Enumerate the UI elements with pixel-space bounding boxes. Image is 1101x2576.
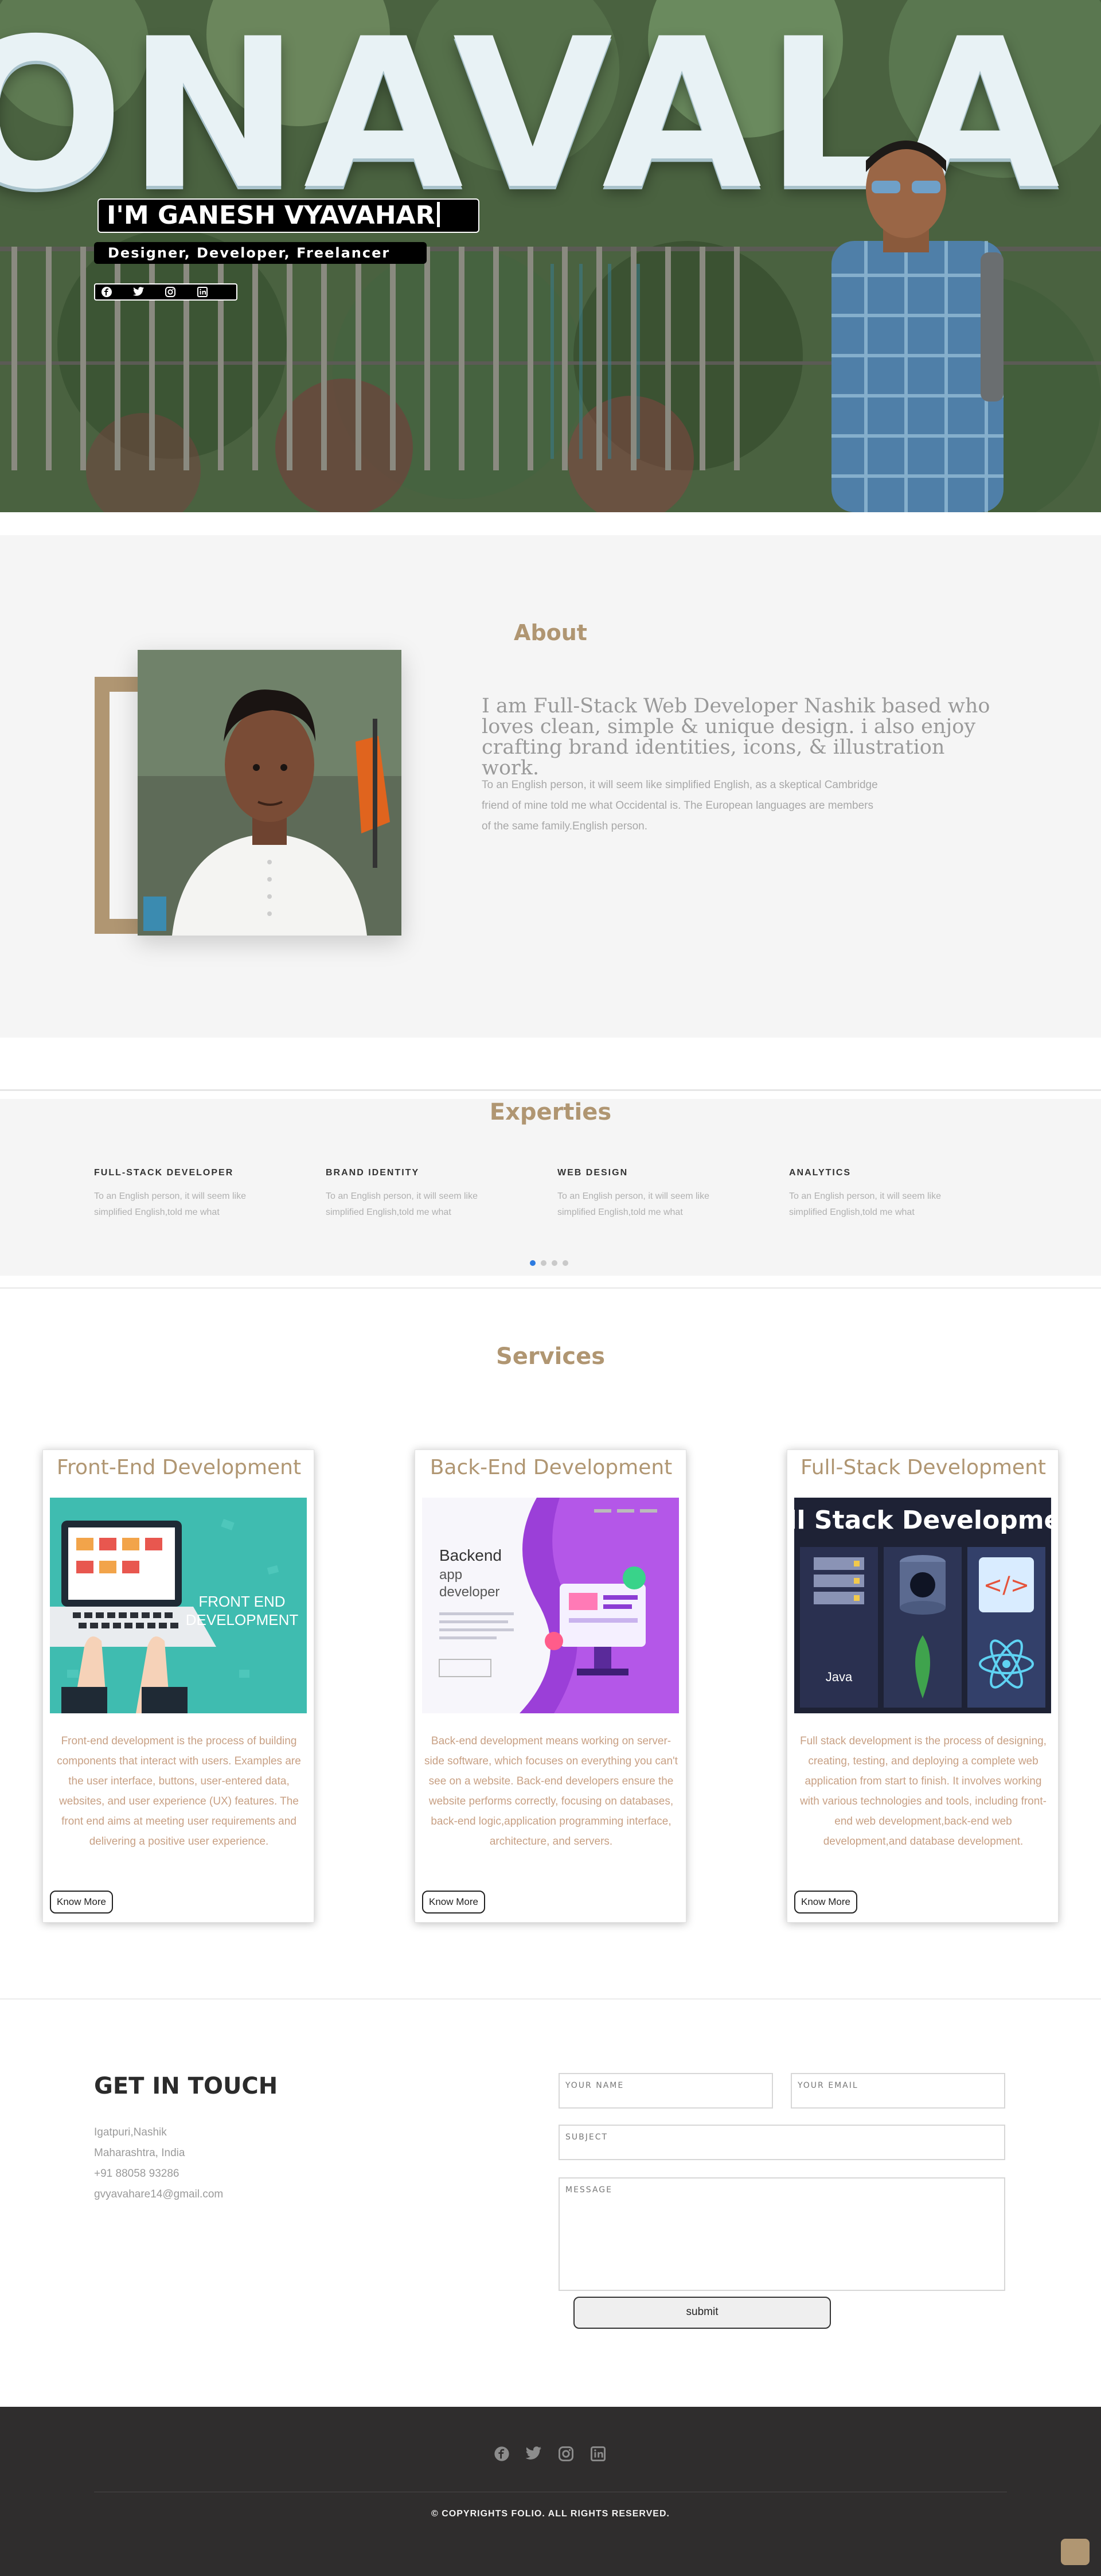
hero-social-links (94, 283, 237, 301)
about-body: To an English person, it will seem like … (482, 779, 878, 832)
backend-illustration: Backend app developer (422, 1498, 679, 1713)
hero-subtitle: Designer, Developer, Freelancer (94, 242, 427, 264)
contact-heading: GET IN TOUCH (94, 2073, 278, 2099)
instagram-icon[interactable] (557, 2445, 575, 2463)
know-more-button[interactable]: Know More (794, 1891, 857, 1914)
frontend-illustration: FRONT END DEVELOPMENT (50, 1498, 307, 1713)
service-card-description: Back-end development means working on se… (424, 1735, 678, 1848)
service-card-title: Full-Stack Development (800, 1456, 1046, 1479)
svg-text:FRONT END: FRONT END (198, 1593, 285, 1610)
svg-text:Full Stack Development: Full Stack Development (794, 1506, 1051, 1535)
facebook-icon[interactable] (101, 285, 133, 299)
carousel-dot[interactable] (552, 1260, 557, 1266)
about-section: About I am Full-Stack Web Developer Nash… (0, 535, 1101, 1038)
services-heading: Services (495, 1343, 606, 1370)
experties-item-text: To an English person, it will seem like … (557, 1191, 710, 1217)
contact-address-line: Maharashtra, India (94, 2147, 185, 2159)
service-card-title: Back-End Development (430, 1456, 673, 1479)
back-to-top-button[interactable] (1061, 2539, 1090, 2565)
svg-text:app: app (439, 1567, 462, 1583)
hero-section: ONAVALA I'M GANESH VYAVAHAR Designer, De… (0, 0, 1101, 512)
footer: © COPYRIGHTS FOLIO. ALL RIGHTS RESERVED. (0, 2407, 1101, 2576)
copyright-text: © COPYRIGHTS FOLIO. ALL RIGHTS RESERVED. (431, 2509, 670, 2519)
service-card-description: Front-end development is the process of … (57, 1735, 301, 1848)
name-input[interactable]: YOUR NAME (559, 2073, 773, 2109)
service-card-frontend: Front-End Development FRONT END DEVELOPM… (42, 1449, 314, 1923)
svg-text:Backend: Backend (439, 1546, 502, 1564)
hero-title: I'M GANESH VYAVAHAR (97, 198, 479, 233)
experties-item: ANALYTICS To an English person, it will … (789, 1168, 995, 1221)
service-card-description: Full stack development is the process of… (800, 1735, 1047, 1848)
subject-input[interactable]: SUBJECT (559, 2125, 1005, 2160)
linkedin-icon[interactable] (197, 285, 229, 299)
know-more-button[interactable]: Know More (50, 1891, 113, 1914)
submit-button[interactable]: submit (573, 2297, 831, 2329)
experties-heading: Experties (489, 1099, 612, 1125)
section-divider (0, 1998, 1101, 2000)
experties-item: FULL-STACK DEVELOPER To an English perso… (94, 1168, 300, 1221)
experties-item-text: To an English person, it will seem like … (326, 1191, 478, 1217)
experties-item-title: ANALYTICS (789, 1168, 852, 1178)
twitter-icon[interactable] (525, 2445, 543, 2463)
typing-cursor (437, 202, 440, 227)
service-card-title: Front-End Development (56, 1456, 302, 1479)
twitter-icon[interactable] (133, 285, 165, 299)
experties-section: Experties FULL-STACK DEVELOPER To an Eng… (0, 1099, 1101, 1276)
experties-item-title: BRAND IDENTITY (326, 1168, 420, 1178)
about-heading: About (514, 620, 587, 645)
svg-text:DEVELOPMENT: DEVELOPMENT (186, 1611, 299, 1628)
contact-info: Igatpuri,Nashik Maharashtra, India +91 8… (94, 2122, 223, 2205)
email-input[interactable]: YOUR EMAIL (791, 2073, 1005, 2109)
section-divider (0, 1089, 1101, 1091)
about-lead: I am Full-Stack Web Developer Nashik bas… (482, 695, 990, 780)
footer-social-links (493, 2445, 607, 2463)
linkedin-icon[interactable] (589, 2445, 607, 2463)
experties-item-title: WEB DESIGN (557, 1168, 628, 1178)
experties-item: BRAND IDENTITY To an English person, it … (326, 1168, 532, 1221)
experties-item-text: To an English person, it will seem like … (789, 1191, 942, 1217)
contact-address-line: Igatpuri,Nashik (94, 2126, 167, 2138)
carousel-dot[interactable] (563, 1260, 568, 1266)
know-more-button[interactable]: Know More (422, 1891, 485, 1914)
svg-text:Java: Java (826, 1670, 853, 1684)
about-profile-photo (138, 650, 401, 936)
facebook-icon[interactable] (493, 2445, 511, 2463)
svg-text:developer: developer (439, 1584, 499, 1600)
experties-item: WEB DESIGN To an English person, it will… (557, 1168, 764, 1221)
carousel-dot[interactable] (541, 1260, 546, 1266)
contact-phone: +91 88058 93286 (94, 2168, 179, 2180)
hero-person-photo (831, 141, 1004, 512)
service-card-backend: Back-End Development Backend app develop… (415, 1449, 686, 1923)
experties-item-title: FULL-STACK DEVELOPER (94, 1168, 234, 1178)
hero-title-text: I'M GANESH VYAVAHAR (107, 201, 435, 230)
experties-item-text: To an English person, it will seem like … (94, 1191, 247, 1217)
section-divider (0, 1287, 1101, 1289)
service-card-fullstack: Full-Stack Development Full Stack Develo… (787, 1449, 1059, 1923)
contact-email: gvyavahare14@gmail.com (94, 2188, 224, 2200)
carousel-dot-active[interactable] (530, 1260, 536, 1266)
instagram-icon[interactable] (165, 285, 197, 299)
carousel-dots (530, 1260, 568, 1266)
message-textarea[interactable]: MESSAGE (559, 2177, 1005, 2291)
fullstack-illustration: Full Stack Development Java </> (794, 1498, 1051, 1713)
svg-text:</>: </> (983, 1572, 1030, 1599)
